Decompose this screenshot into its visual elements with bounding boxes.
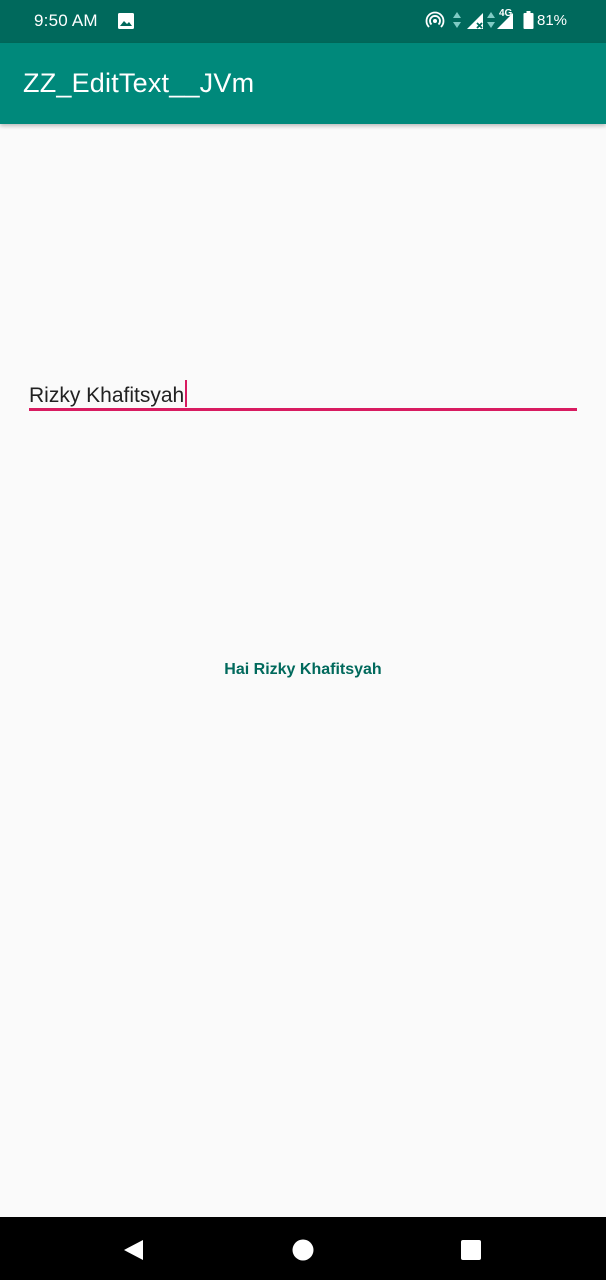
signal-icon <box>497 13 513 29</box>
greeting-text: Hai Rizky Khafitsyah <box>224 661 382 678</box>
app-title: ZZ_EditText__JVm <box>23 68 255 98</box>
status-time: 9:50 AM <box>34 11 98 30</box>
text-cursor <box>185 380 188 407</box>
battery-icon <box>523 11 534 29</box>
gallery-icon <box>118 13 134 29</box>
navigation-bar <box>0 1217 606 1280</box>
battery-percent: 81% <box>537 12 568 29</box>
app-bar: ZZ_EditText__JVm <box>0 43 606 124</box>
data-activity-icon <box>453 12 461 28</box>
name-edit-text[interactable]: Rizky Khafitsyah <box>29 374 577 411</box>
back-icon[interactable] <box>121 1237 147 1263</box>
recents-icon[interactable] <box>458 1237 484 1263</box>
status-bar: 9:50 AM 4G 81% <box>0 0 606 43</box>
signal-icon <box>467 13 483 29</box>
data-activity-icon <box>487 12 495 28</box>
home-icon[interactable] <box>290 1237 316 1263</box>
name-edit-text-value[interactable]: Rizky Khafitsyah <box>29 384 184 407</box>
hotspot-icon <box>425 11 445 28</box>
